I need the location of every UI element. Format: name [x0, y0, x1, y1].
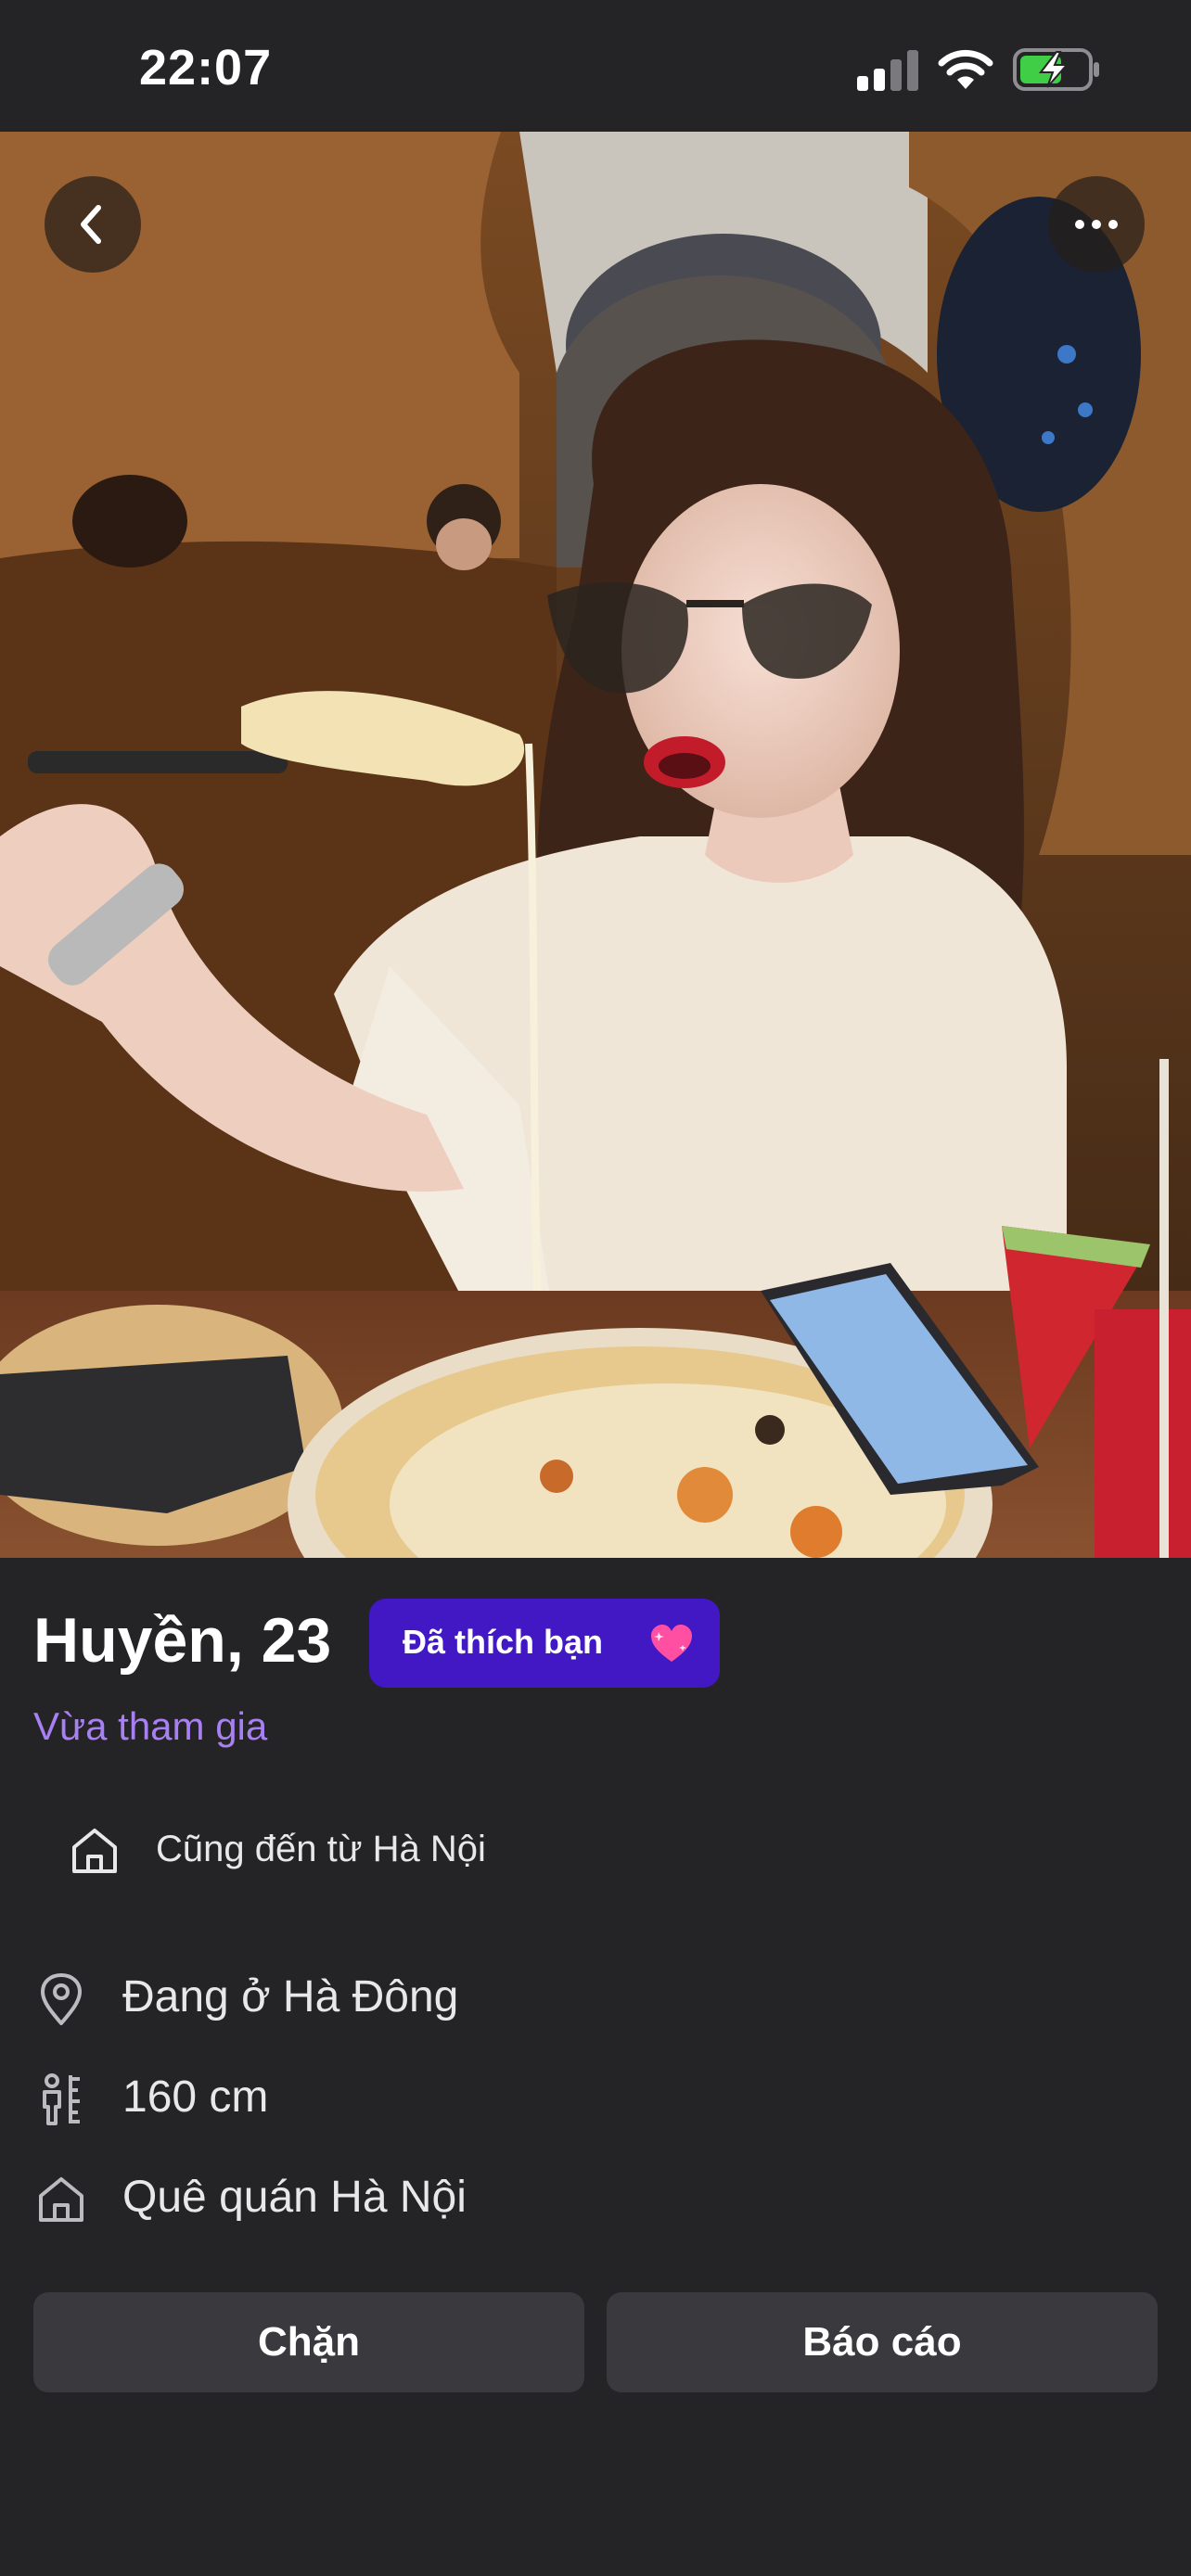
living-location-text: Đang ở Hà Đông [122, 1972, 459, 2021]
liked-you-label: Đã thích bạn [403, 1623, 604, 1661]
home-icon [72, 1829, 117, 1873]
wifi-icon [938, 49, 993, 89]
back-button[interactable] [45, 176, 141, 273]
back-icon [81, 205, 101, 244]
status-bar: 22:07 [0, 0, 1191, 132]
block-button[interactable]: Chặn [33, 2292, 584, 2392]
sparkling-heart-icon [651, 1625, 692, 1662]
more-icon [1075, 220, 1118, 229]
profile-photo[interactable] [0, 132, 1191, 1558]
hometown-match-text: Cũng đến từ Hà Nội [156, 1829, 486, 1869]
status-time: 22:07 [139, 40, 273, 96]
height-icon [43, 2073, 80, 2125]
liked-you-badge: Đã thích bạn [369, 1599, 720, 1688]
report-button[interactable]: Báo cáo [607, 2292, 1158, 2392]
hometown-origin-text: Quê quán Hà Nội [122, 2173, 467, 2222]
photo-scene-image [0, 132, 1191, 1558]
home-icon [39, 2177, 83, 2222]
more-options-button[interactable] [1048, 176, 1145, 273]
profile-name-age: Huyền, 23 [33, 1605, 332, 1676]
location-pin-icon [41, 1973, 82, 2025]
joined-status: Vừa tham gia [33, 1704, 268, 1748]
signal-icon [857, 50, 918, 91]
height-text: 160 cm [122, 2072, 269, 2122]
battery-charging-icon [1013, 48, 1099, 91]
